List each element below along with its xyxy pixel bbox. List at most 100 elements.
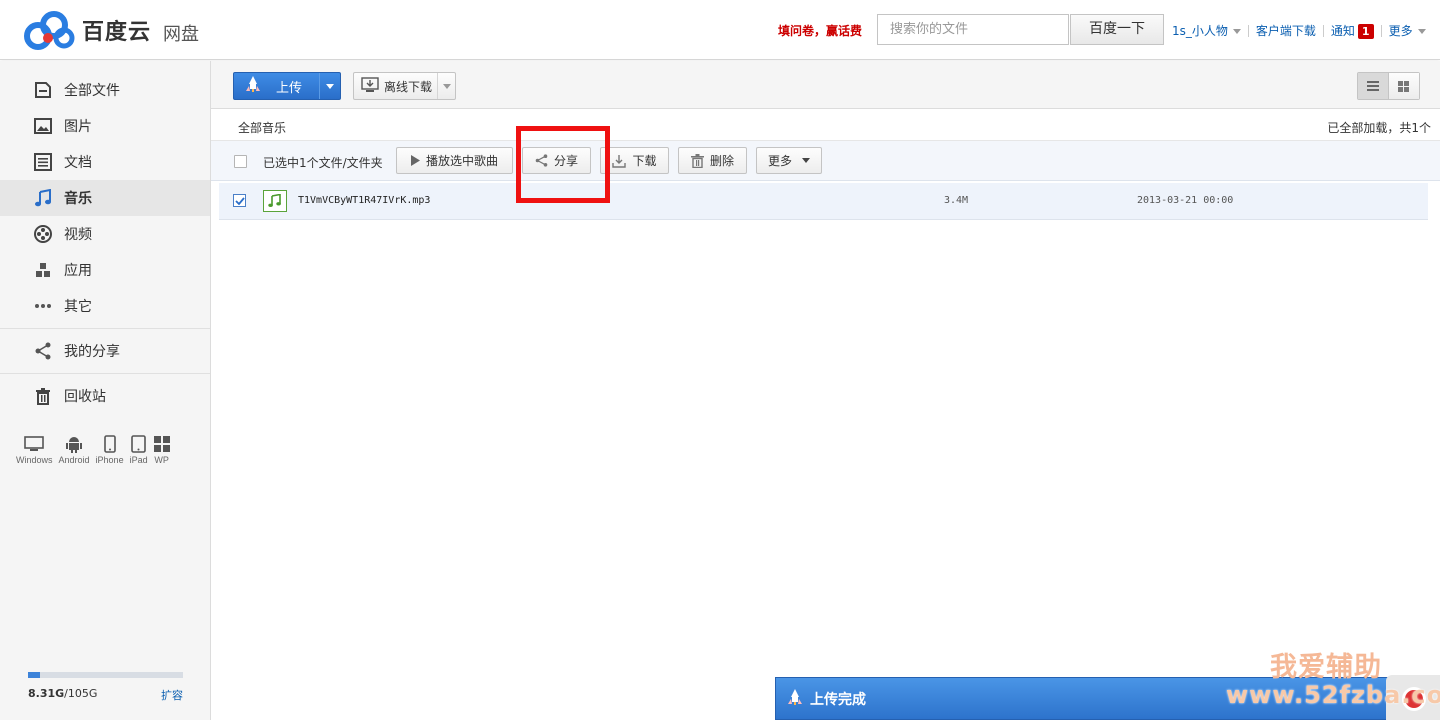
chevron-down-icon [1417,29,1426,34]
search-button[interactable]: 百度一下 [1070,14,1164,45]
offline-download-main[interactable]: 离线下载 [354,73,437,99]
play-selected-button[interactable]: 播放选中歌曲 [396,147,513,174]
upload-button[interactable]: 上传 [233,72,341,100]
play-icon [410,155,420,166]
more-actions-button[interactable]: 更多 [756,147,822,174]
selection-count: 已选中1个文件/文件夹 [263,156,383,170]
sidebar-item-music[interactable]: 音乐 [0,180,210,216]
rocket-icon [788,688,802,709]
share-button[interactable]: 分享 [522,147,591,174]
sidebar-item-pictures[interactable]: 图片 [0,108,210,144]
grid-view-button[interactable] [1388,73,1419,99]
device-android[interactable]: Android [59,434,90,465]
storage-used: 8.31G [28,687,65,700]
upload-complete-panel[interactable]: 上传完成 [775,677,1440,720]
list-view-icon [1366,81,1379,91]
divider [0,328,210,329]
device-label: iPhone [95,455,124,465]
sidebar-item-label: 图片 [64,119,92,135]
selection-action-bar: 已选中1个文件/文件夹 播放选中歌曲 分享 下载 删除 更多 [211,141,1440,181]
delete-button[interactable]: 删除 [678,147,747,174]
document-icon [34,153,52,171]
search-input[interactable]: 搜索你的文件 [877,14,1069,45]
main-content: 上传 离线下载 全部音乐 已全部加载，共1个 已选中1个文件/文件夹 播放选中歌… [211,61,1440,720]
music-file-icon [263,190,287,212]
upload-main[interactable]: 上传 [234,73,319,99]
chevron-down-icon [442,83,451,89]
upload-complete-label: 上传完成 [810,691,866,708]
select-all-checkbox[interactable] [234,155,247,168]
sidebar-item-recycle-bin[interactable]: 回收站 [0,378,210,414]
survey-promo-link[interactable]: 填问卷，赢话费 [778,22,862,39]
storage-total: /105G [64,687,98,700]
baidu-cloud-logo[interactable]: 百度云 网盘 [24,10,199,50]
sidebar: 全部文件 图片 文档 音乐 视频 应用 其它 我的分享 回收站 Windows … [0,61,211,720]
breadcrumb-bar: 全部音乐 已全部加载，共1个 [211,110,1440,141]
device-label: Windows [16,455,53,465]
sidebar-item-label: 视频 [64,227,92,243]
picture-icon [34,117,52,135]
sidebar-item-label: 文档 [64,155,92,171]
toolbar: 上传 离线下载 [211,61,1440,109]
sidebar-item-label: 回收站 [64,389,106,405]
upload-dropdown[interactable] [319,73,340,99]
storage-bar [28,672,183,678]
delete-label: 删除 [709,154,734,168]
device-iphone[interactable]: iPhone [96,434,124,465]
file-date: 2013-03-21 00:00 [1137,195,1234,206]
device-wp[interactable]: WP [153,434,170,465]
chevron-down-icon [802,158,810,163]
list-view-button[interactable] [1358,73,1389,99]
offline-download-dropdown[interactable] [437,73,455,99]
divider [0,373,210,374]
video-icon [34,225,52,243]
trash-icon [690,153,704,168]
sidebar-item-others[interactable]: 其它 [0,288,210,324]
more-dots-icon [34,297,52,315]
monitor-icon [24,434,45,454]
download-icon [612,154,627,168]
storage-bar-fill [28,672,41,678]
chevron-down-icon [326,83,335,89]
row-checkbox[interactable] [233,194,246,207]
all-files-icon [34,81,52,99]
sidebar-item-label: 全部文件 [64,83,120,99]
more-actions-label: 更多 [767,154,792,168]
share-label: 分享 [553,154,578,168]
table-row[interactable]: T1VmVCByWT1R47IVrK.mp3 3.4M 2013-03-21 0… [219,183,1428,220]
more-label: 更多 [1388,24,1413,38]
file-name[interactable]: T1VmVCByWT1R47IVrK.mp3 [298,195,430,206]
rocket-icon [246,76,260,96]
file-size: 3.4M [944,195,969,206]
sidebar-item-documents[interactable]: 文档 [0,144,210,180]
offline-download-button[interactable]: 离线下载 [353,72,456,100]
notify-link[interactable]: 通知 1 [1331,22,1374,39]
sidebar-item-label: 其它 [64,299,92,315]
grid-view-icon [1398,80,1410,92]
more-menu[interactable]: 更多 [1389,22,1426,39]
sidebar-item-all-files[interactable]: 全部文件 [0,72,210,108]
phone-icon [103,434,116,454]
divider [1247,24,1249,37]
sidebar-item-label: 我的分享 [64,344,120,360]
download-button[interactable]: 下载 [600,147,669,174]
device-ipad[interactable]: iPad [130,434,148,465]
sidebar-item-my-shares[interactable]: 我的分享 [0,333,210,369]
device-label: iPad [129,455,148,465]
device-windows[interactable]: Windows [16,434,53,465]
user-menu[interactable]: 1s_小人物 [1172,22,1241,39]
divider [1322,24,1324,37]
client-download-link[interactable]: 客户端下载 [1256,22,1316,39]
username: 1s_小人物 [1172,24,1228,38]
sidebar-item-videos[interactable]: 视频 [0,216,210,252]
download-box-icon [361,76,379,96]
device-downloads: Windows Android iPhone iPad WP [16,434,176,465]
top-header: 百度云 网盘 填问卷，赢话费 搜索你的文件 百度一下 1s_小人物 客户端下载 … [0,0,1440,60]
storage-usage: 8.31G/105G 扩容 [28,672,183,703]
divider [1380,24,1382,37]
sidebar-item-apps[interactable]: 应用 [0,252,210,288]
storage-row: 8.31G/105G 扩容 [28,687,183,703]
offline-download-label: 离线下载 [384,79,433,94]
expand-storage-link[interactable]: 扩容 [161,687,183,703]
music-icon [34,189,52,207]
